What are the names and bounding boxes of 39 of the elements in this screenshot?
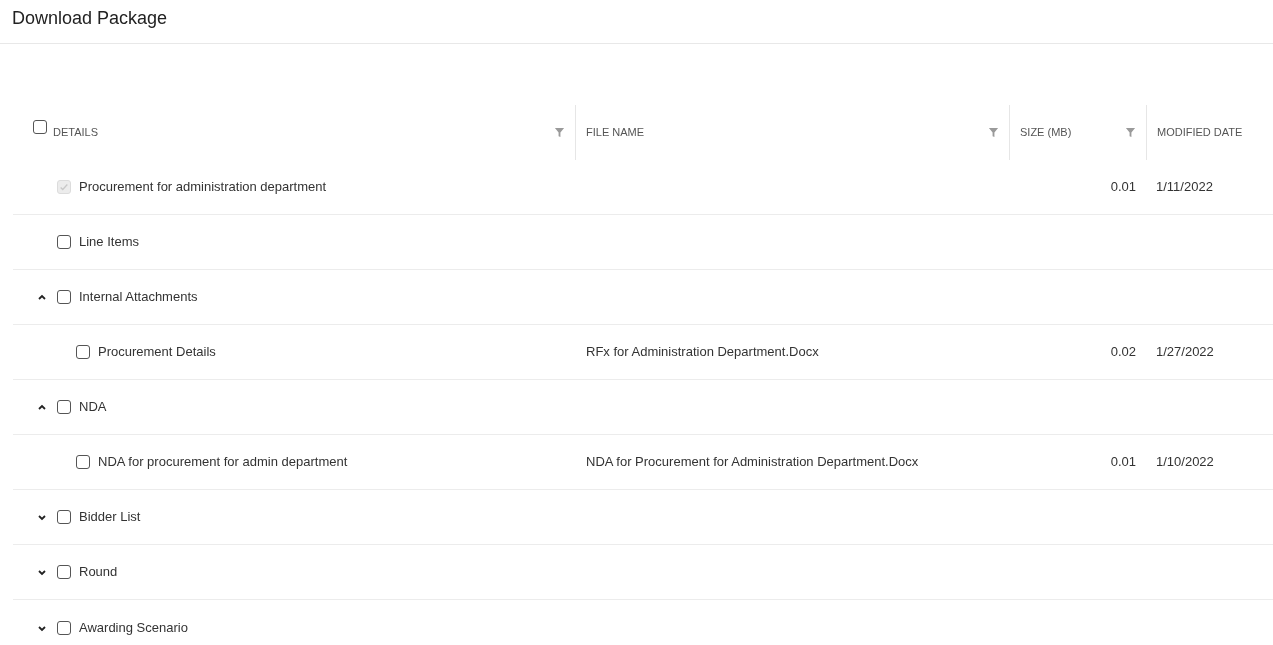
row-label: Internal Attachments [79,288,198,307]
column-header: FILE NAME [586,125,646,141]
file-size: 0.02 [1110,344,1136,360]
checkbox[interactable] [57,235,71,249]
chevron-down-icon[interactable] [37,567,47,577]
checkbox[interactable] [57,400,71,414]
file-size: 0.01 [1110,454,1136,470]
file-name: NDA for Procurement for Administration Department.Docx [586,454,919,470]
row-label: Awarding Scenario [79,618,188,637]
chevron-up-icon[interactable] [37,402,47,412]
row-label: Procurement for administration department [79,178,327,197]
chevron-down-icon[interactable] [37,512,47,522]
row-label: Round [79,563,118,582]
filter-icon[interactable] [554,127,565,138]
page-title: Download Package [12,8,168,28]
row-label: NDA [79,398,107,417]
chevron-up-icon[interactable] [37,292,47,302]
row-label: Line Items [79,233,139,252]
checkbox[interactable] [76,455,90,469]
filter-icon[interactable] [1125,127,1136,138]
column-header: MODIFIED DATE [1157,125,1244,141]
checkbox[interactable] [76,345,90,359]
checkbox[interactable] [57,565,71,579]
check-icon [59,182,69,192]
column-header: DETAILS [53,125,100,141]
checkbox[interactable] [33,120,47,135]
file-size: 0.01 [1110,179,1136,195]
filter-icon[interactable] [988,127,999,138]
checkbox[interactable] [57,620,71,635]
row-label: Bidder List [79,508,141,527]
file-name: RFx for Administration Department.Docx [586,344,819,360]
column-header: SIZE (MB) [1020,125,1073,141]
modified-date: 1/10/2022 [1156,454,1214,470]
modified-date: 1/27/2022 [1156,344,1214,360]
row-label: Procurement Details [98,343,216,362]
modified-date: 1/11/2022 [1156,179,1213,195]
checkbox[interactable] [57,510,71,524]
row-label: NDA for procurement for admin department [98,453,348,472]
checkbox[interactable] [57,290,71,304]
